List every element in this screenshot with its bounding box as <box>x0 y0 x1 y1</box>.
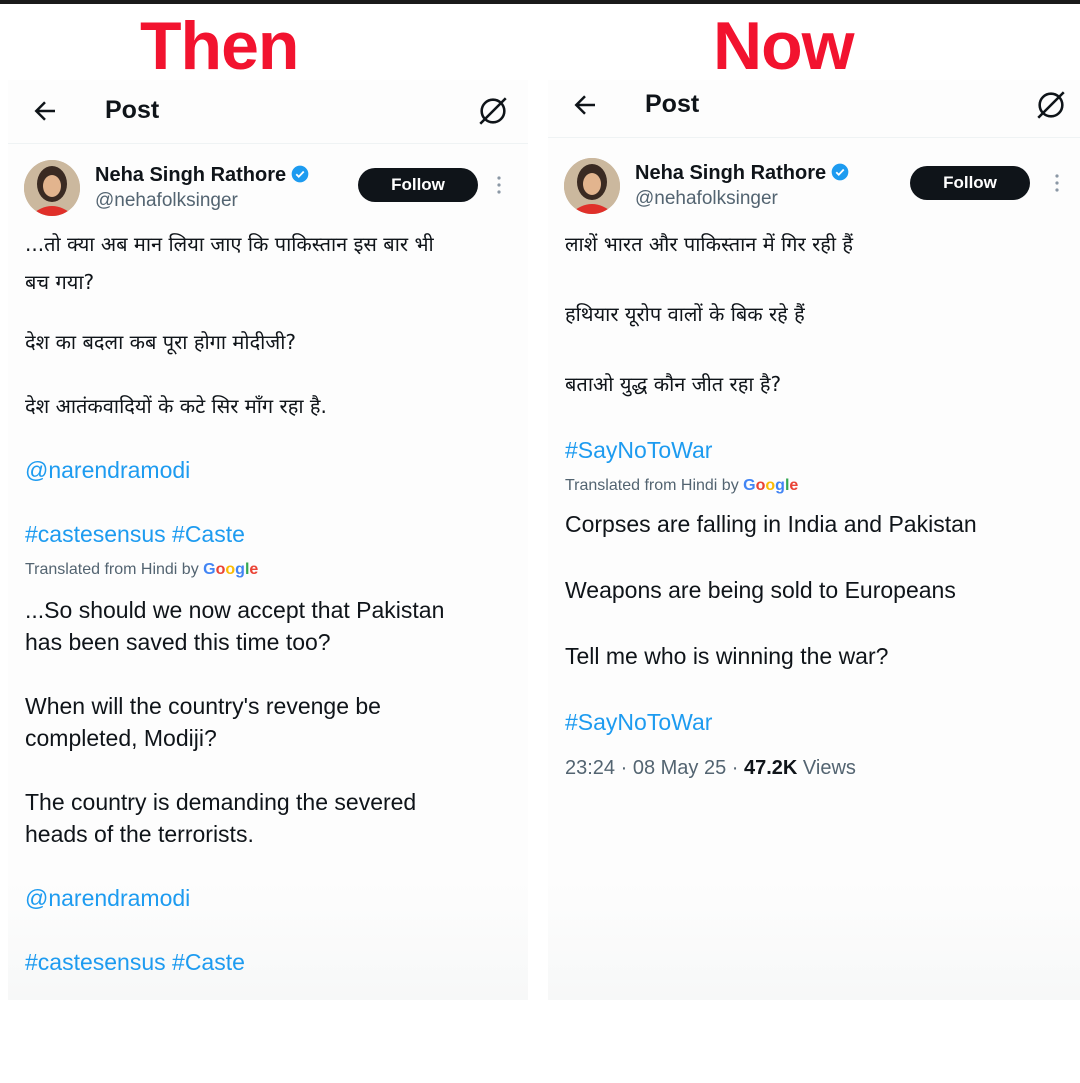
author-name-text: Neha Singh Rathore <box>635 162 827 184</box>
avatar[interactable] <box>564 158 620 214</box>
views-label: Views <box>797 757 856 779</box>
hashtag-link[interactable]: #castesensus #Caste <box>25 518 508 550</box>
grok-icon[interactable] <box>476 94 510 128</box>
post-body: लाशें भारत और पाकिस्तान में गिर रही हैं … <box>565 226 1060 782</box>
hindi-line: लाशें भारत और पाकिस्तान में गिर रही हैं <box>565 232 854 256</box>
translation-line: Corpses are falling in India and Pakista… <box>565 511 977 537</box>
author-handle[interactable]: @nehafolksinger <box>635 188 778 210</box>
author-row: Neha Singh Rathore @nehafolksinger Follo… <box>548 158 1080 218</box>
heading-now: Now <box>713 8 855 84</box>
more-vertical-icon[interactable] <box>494 174 504 196</box>
post-title: Post <box>105 96 160 124</box>
post-title: Post <box>645 90 700 118</box>
mention-link[interactable]: @narendramodi <box>25 454 508 486</box>
translated-label: Translated from Hindi by <box>25 561 199 578</box>
translation-line: The country is demanding the severed <box>25 789 417 815</box>
hindi-line: बताओ युद्ध कौन जीत रहा है? <box>565 372 782 396</box>
hashtag-link[interactable]: #SayNoToWar <box>565 434 1060 466</box>
author-name[interactable]: Neha Singh Rathore <box>635 162 850 185</box>
arrow-left-icon[interactable] <box>570 90 600 120</box>
panel-fade <box>548 880 1080 1000</box>
translation-line: ...So should we now accept that Pakistan <box>25 597 445 623</box>
translation-line: Weapons are being sold to Europeans <box>565 577 956 603</box>
hashtag-link[interactable]: #castesensus #Caste <box>25 946 508 978</box>
translated-attribution[interactable]: Translated from Hindi by Google <box>565 474 1060 498</box>
author-handle[interactable]: @nehafolksinger <box>95 190 238 212</box>
arrow-left-icon[interactable] <box>30 96 60 126</box>
translation-line: heads of the terrorists. <box>25 821 254 847</box>
views-count: 47.2K <box>743 757 798 779</box>
mention-link[interactable]: @narendramodi <box>25 882 508 914</box>
translated-attribution[interactable]: Translated from Hindi by Google <box>25 558 508 582</box>
post-header: Post <box>8 80 528 144</box>
translation-line: When will the country's revenge be <box>25 693 381 719</box>
follow-button[interactable]: Follow <box>358 168 478 202</box>
translation-line: completed, Modiji? <box>25 725 217 751</box>
translation-line: has been saved this time too? <box>25 629 331 655</box>
hindi-line: बच गया? <box>25 270 95 294</box>
hindi-line: ...तो क्या अब मान लिया जाए कि पाकिस्तान … <box>25 232 434 256</box>
timestamp[interactable]: 23:24 · 08 May 25 · <box>565 757 744 779</box>
top-border <box>0 0 1080 4</box>
heading-then: Then <box>140 8 299 84</box>
post-body: ...तो क्या अब मान लिया जाए कि पाकिस्तान … <box>25 228 508 978</box>
author-name[interactable]: Neha Singh Rathore <box>95 164 310 187</box>
grok-icon[interactable] <box>1034 88 1068 122</box>
hindi-line: हथियार यूरोप वालों के बिक रहे हैं <box>565 302 805 326</box>
follow-button[interactable]: Follow <box>910 166 1030 200</box>
verified-badge-icon <box>291 165 309 183</box>
translation-line: Tell me who is winning the war? <box>565 643 889 669</box>
post-meta: 23:24 · 08 May 25 · 47.2K Views <box>565 754 1060 782</box>
hashtag-link[interactable]: #SayNoToWar <box>565 706 1060 738</box>
google-logo: Google <box>203 561 259 578</box>
then-post-panel: Post Neha Singh Rathore @nehafolksinger … <box>8 80 528 1000</box>
hindi-line: देश का बदला कब पूरा होगा मोदीजी? <box>25 330 296 354</box>
post-header: Post <box>548 74 1080 138</box>
author-name-text: Neha Singh Rathore <box>95 164 287 186</box>
translated-label: Translated from Hindi by <box>565 477 739 494</box>
google-logo: Google <box>743 477 799 494</box>
author-row: Neha Singh Rathore @nehafolksinger Follo… <box>8 160 528 220</box>
hindi-line: देश आतंकवादियों के कटे सिर माँग रहा है. <box>25 394 327 418</box>
avatar[interactable] <box>24 160 80 216</box>
verified-badge-icon <box>831 163 849 181</box>
more-vertical-icon[interactable] <box>1052 172 1062 194</box>
now-post-panel: Post Neha Singh Rathore @nehafolksinger … <box>548 80 1080 1000</box>
